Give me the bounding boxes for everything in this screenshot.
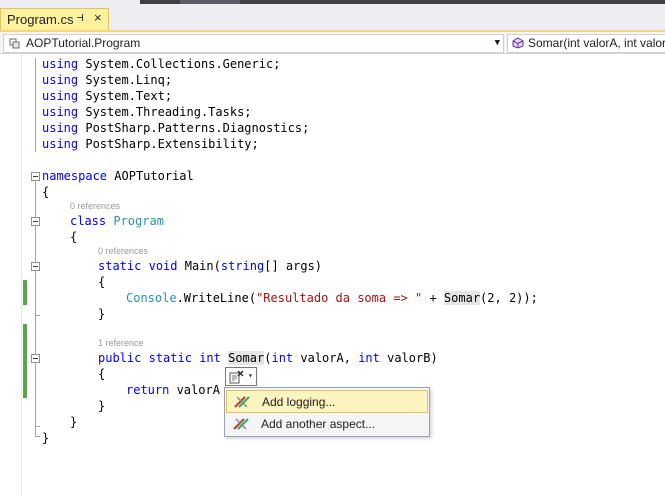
- code-line: {: [98, 367, 106, 381]
- document-tab-strip: Program.cs ⊣ ×: [0, 0, 665, 30]
- editor-margin: [0, 54, 22, 495]
- code-line: class Program: [70, 214, 164, 228]
- code-line: using System.Collections.Generic;: [42, 57, 281, 71]
- title-bar-accent: [180, 0, 240, 4]
- collapse-somar-toggle[interactable]: [31, 354, 40, 363]
- tab-title: Program.cs: [7, 12, 74, 27]
- chevron-down-icon: ▾: [248, 371, 253, 380]
- code-editor[interactable]: using System.Collections.Generic; using …: [0, 54, 665, 495]
- code-line: {: [42, 185, 50, 199]
- postsharp-aspect-icon: [234, 396, 250, 408]
- chevron-down-icon: ▼: [494, 38, 500, 48]
- code-line: using System.Threading.Tasks;: [42, 105, 252, 119]
- change-indicator: [23, 324, 27, 398]
- collapse-main-toggle[interactable]: [31, 262, 40, 271]
- pin-icon[interactable]: ⊣: [77, 11, 84, 24]
- type-dropdown-label: AOPTutorial.Program: [26, 36, 141, 50]
- member-dropdown[interactable]: Somar(int valorA, int valor: [507, 34, 665, 53]
- code-line: using System.Linq;: [42, 73, 173, 87]
- outline-guide: [35, 226, 37, 426]
- code-line: {: [70, 230, 78, 244]
- tab-program-cs[interactable]: Program.cs ⊣ ×: [0, 8, 109, 30]
- outline-guide: [35, 436, 40, 438]
- postsharp-aspect-icon: [233, 418, 249, 430]
- collapse-class-toggle[interactable]: [31, 217, 40, 226]
- code-lens-references[interactable]: 0 references: [98, 246, 148, 256]
- menu-item-add-another-aspect[interactable]: Add another aspect...: [226, 413, 428, 436]
- code-line: Console.WriteLine("Resultado da soma => …: [126, 291, 538, 305]
- code-line: using PostSharp.Patterns.Diagnostics;: [42, 121, 310, 135]
- collapse-namespace-toggle[interactable]: [31, 172, 40, 181]
- code-line: namespace AOPTutorial: [42, 169, 194, 183]
- code-line: return valorA: [126, 383, 220, 397]
- code-line: }: [70, 415, 78, 429]
- code-line: using System.Text;: [42, 89, 173, 103]
- close-icon[interactable]: ×: [94, 10, 102, 25]
- quick-actions-icon: [229, 370, 244, 384]
- member-dropdown-label: Somar(int valorA, int valor: [528, 36, 665, 50]
- change-indicator: [23, 280, 27, 305]
- code-lens-references[interactable]: 1 reference: [98, 338, 144, 348]
- code-line: }: [98, 307, 106, 321]
- menu-item-add-logging[interactable]: Add logging...: [226, 390, 428, 413]
- method-icon: [512, 37, 524, 49]
- navigation-bar: AOPTutorial.Program ▼ Somar(int valorA, …: [0, 30, 665, 54]
- code-line: public static int Somar(int valorA, int …: [98, 351, 438, 365]
- code-line: }: [98, 399, 106, 413]
- code-line: static void Main(string[] args): [98, 259, 323, 273]
- class-icon: [9, 38, 20, 49]
- menu-item-label: Add another aspect...: [261, 417, 376, 431]
- type-dropdown[interactable]: AOPTutorial.Program ▼: [3, 34, 504, 53]
- quick-actions-menu: Add logging... Add another aspect...: [224, 387, 430, 437]
- menu-item-label: Add logging...: [262, 395, 336, 409]
- code-lens-references[interactable]: 0 references: [70, 201, 120, 211]
- code-line: }: [42, 431, 50, 445]
- code-line: {: [98, 275, 106, 289]
- code-line: using PostSharp.Extensibility;: [42, 137, 259, 151]
- outline-guide: [35, 315, 40, 317]
- smart-tag-button[interactable]: ▾: [225, 367, 257, 386]
- outline-guide: [35, 426, 40, 428]
- outline-guide: [35, 58, 37, 152]
